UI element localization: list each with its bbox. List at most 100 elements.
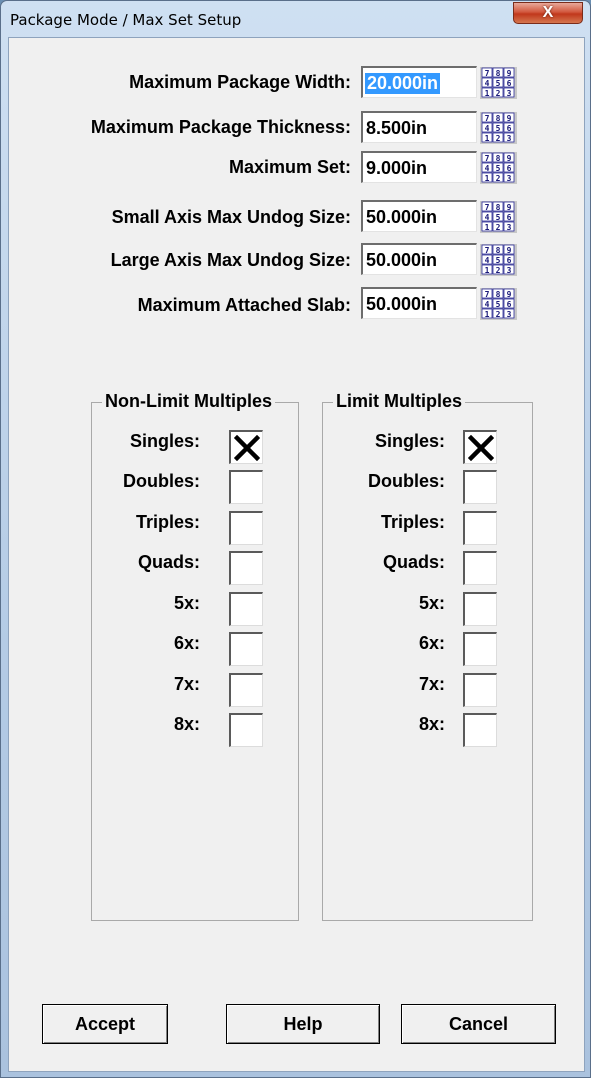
title-bar[interactable]: Package Mode / Max Set Setup X xyxy=(1,1,590,37)
svg-text:1: 1 xyxy=(485,89,490,98)
small-axis-undog-input[interactable]: 50.000in xyxy=(361,200,477,232)
limit-6x-checkbox[interactable] xyxy=(463,632,497,666)
non-limit-5x-checkbox[interactable] xyxy=(229,592,263,626)
numeric-keypad-icon: 7 8 9 4 5 6 1 2 3 xyxy=(480,152,517,184)
non-limit-singles-checkbox[interactable] xyxy=(229,430,263,464)
non-limit-doubles-checkbox[interactable] xyxy=(229,470,263,504)
limit-quads-checkbox[interactable] xyxy=(463,551,497,585)
svg-text:9: 9 xyxy=(507,114,512,123)
max-attached-slab-label: Maximum Attached Slab: xyxy=(137,295,351,315)
non-limit-6x-label: 6x: xyxy=(173,633,200,653)
limit-multiples-title: Limit Multiples xyxy=(333,391,465,412)
numeric-keypad-icon: 7 8 9 4 5 6 1 2 3 xyxy=(480,244,517,276)
non-limit-8x-checkbox[interactable] xyxy=(229,713,263,747)
svg-text:6: 6 xyxy=(507,124,512,133)
svg-text:8: 8 xyxy=(496,290,501,299)
svg-text:5: 5 xyxy=(496,213,501,222)
svg-text:4: 4 xyxy=(485,256,490,265)
limit-6x-label: 6x: xyxy=(418,633,445,653)
check-x-icon xyxy=(468,435,494,461)
svg-text:7: 7 xyxy=(485,154,490,163)
large-axis-undog-label: Large Axis Max Undog Size: xyxy=(110,250,351,270)
limit-doubles-label: Doubles: xyxy=(367,471,445,491)
dialog-body: Maximum Package Width: 20.000in 78945612… xyxy=(8,37,585,1072)
max-attached-slab-input[interactable]: 50.000in xyxy=(361,287,477,319)
max-package-thickness-value: 8.500in xyxy=(366,118,428,138)
non-limit-6x-checkbox[interactable] xyxy=(229,632,263,666)
limit-singles-label: Singles: xyxy=(374,431,445,451)
svg-text:5: 5 xyxy=(496,164,501,173)
svg-text:4: 4 xyxy=(485,124,490,133)
accept-button[interactable]: Accept xyxy=(42,1004,168,1044)
svg-text:5: 5 xyxy=(496,79,501,88)
check-x-icon xyxy=(234,435,260,461)
svg-text:7: 7 xyxy=(485,69,490,78)
max-package-width-label: Maximum Package Width: xyxy=(129,72,351,92)
numeric-keypad-icon: 7 8 9 4 5 6 1 2 3 xyxy=(480,67,517,99)
limit-singles-checkbox[interactable] xyxy=(463,430,497,464)
max-package-thickness-label: Maximum Package Thickness: xyxy=(90,117,351,137)
numeric-keypad-icon[interactable]: 789 456 123 xyxy=(480,288,517,320)
limit-quads-label: Quads: xyxy=(382,552,445,572)
svg-text:3: 3 xyxy=(507,89,512,98)
numeric-keypad-icon[interactable]: 789 456 123 xyxy=(480,244,517,276)
small-axis-undog-label: Small Axis Max Undog Size: xyxy=(111,207,351,227)
limit-multiples-group: Limit Multiples Singles: Doubles: Triples:… xyxy=(322,391,533,921)
svg-text:1: 1 xyxy=(485,174,490,183)
svg-text:2: 2 xyxy=(496,310,501,319)
limit-5x-label: 5x: xyxy=(418,593,445,613)
close-button[interactable]: X xyxy=(513,2,583,24)
svg-text:4: 4 xyxy=(485,79,490,88)
limit-7x-label: 7x: xyxy=(418,674,445,694)
numeric-keypad-icon[interactable]: 789 456 123 xyxy=(480,201,517,233)
svg-text:1: 1 xyxy=(485,223,490,232)
non-limit-7x-checkbox[interactable] xyxy=(229,673,263,707)
limit-7x-checkbox[interactable] xyxy=(463,673,497,707)
non-limit-triples-label: Triples: xyxy=(135,512,200,532)
max-set-input[interactable]: 9.000in xyxy=(361,151,477,183)
max-package-thickness-input[interactable]: 8.500in xyxy=(361,111,477,143)
limit-doubles-checkbox[interactable] xyxy=(463,470,497,504)
svg-text:6: 6 xyxy=(507,256,512,265)
svg-text:6: 6 xyxy=(507,164,512,173)
window-title: Package Mode / Max Set Setup xyxy=(10,11,242,29)
svg-text:8: 8 xyxy=(496,203,501,212)
limit-5x-checkbox[interactable] xyxy=(463,592,497,626)
non-limit-singles-label: Singles: xyxy=(129,431,200,451)
svg-text:7: 7 xyxy=(485,246,490,255)
svg-text:4: 4 xyxy=(485,213,490,222)
limit-8x-checkbox[interactable] xyxy=(463,713,497,747)
numeric-keypad-icon[interactable]: 789 456 123 xyxy=(480,112,517,144)
limit-triples-label: Triples: xyxy=(380,512,445,532)
non-limit-5x-label: 5x: xyxy=(173,593,200,613)
numeric-keypad-icon[interactable]: 789 456 123 xyxy=(480,67,517,99)
svg-text:3: 3 xyxy=(507,266,512,275)
svg-text:6: 6 xyxy=(507,213,512,222)
svg-text:9: 9 xyxy=(507,69,512,78)
svg-text:8: 8 xyxy=(496,246,501,255)
large-axis-undog-input[interactable]: 50.000in xyxy=(361,243,477,275)
svg-text:2: 2 xyxy=(496,223,501,232)
non-limit-multiples-title: Non-Limit Multiples xyxy=(102,391,275,412)
svg-text:9: 9 xyxy=(507,290,512,299)
cancel-button[interactable]: Cancel xyxy=(401,1004,556,1044)
svg-text:4: 4 xyxy=(485,164,490,173)
non-limit-quads-checkbox[interactable] xyxy=(229,551,263,585)
help-button[interactable]: Help xyxy=(226,1004,380,1044)
svg-text:1: 1 xyxy=(485,266,490,275)
svg-text:7: 7 xyxy=(485,290,490,299)
svg-text:2: 2 xyxy=(496,134,501,143)
svg-text:9: 9 xyxy=(507,246,512,255)
non-limit-triples-checkbox[interactable] xyxy=(229,511,263,545)
svg-text:8: 8 xyxy=(496,154,501,163)
limit-triples-checkbox[interactable] xyxy=(463,511,497,545)
svg-text:8: 8 xyxy=(496,114,501,123)
svg-text:3: 3 xyxy=(507,223,512,232)
max-package-width-input[interactable]: 20.000in xyxy=(361,66,477,98)
svg-text:5: 5 xyxy=(496,256,501,265)
svg-text:3: 3 xyxy=(507,134,512,143)
non-limit-doubles-label: Doubles: xyxy=(122,471,200,491)
max-attached-slab-value: 50.000in xyxy=(366,294,438,314)
numeric-keypad-icon[interactable]: 789 456 123 xyxy=(480,152,517,184)
svg-text:4: 4 xyxy=(485,300,490,309)
